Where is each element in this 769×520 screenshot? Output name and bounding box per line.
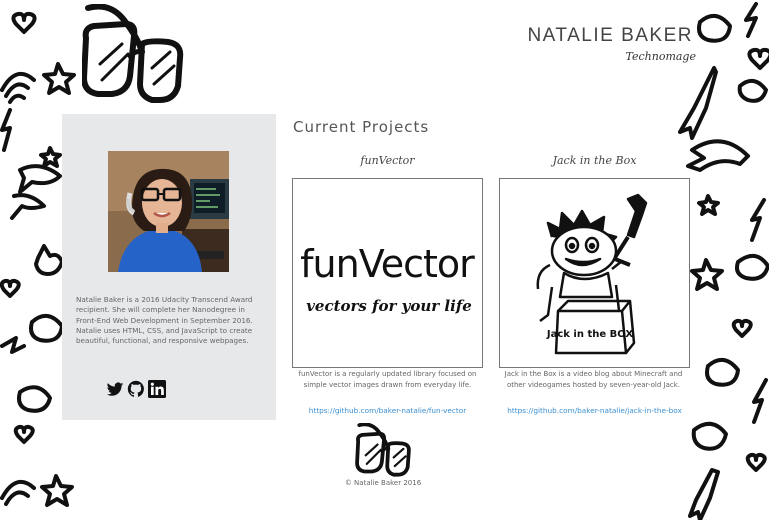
glasses-logo[interactable] — [82, 4, 186, 108]
jack-in-the-box-artwork: Jack in the BOX — [536, 193, 648, 355]
copyright-text: © Natalie Baker 2016 — [344, 479, 422, 487]
rocket-doodle — [688, 468, 720, 520]
rocket-doodle — [678, 66, 718, 140]
project-card-jack-in-the-box[interactable]: Jack in the BOX — [499, 178, 690, 368]
projects-heading: Current Projects — [293, 118, 430, 136]
star-doodle — [42, 62, 76, 95]
profile-sidebar: Natalie Baker is a 2016 Udacity Transcen… — [62, 114, 276, 420]
rainbow-doodle — [0, 71, 36, 104]
star-doodle — [690, 258, 724, 291]
site-name: NATALIE BAKER — [527, 24, 693, 46]
funvector-artwork: funVector vectors for your life — [300, 242, 476, 315]
heart-doodle — [0, 278, 21, 298]
footer-glasses-logo[interactable] — [355, 423, 413, 479]
snail-doodle — [17, 385, 52, 413]
project-description-jack-in-the-box: Jack in the Box is a video blog about Mi… — [504, 370, 683, 389]
snail-doodle — [691, 422, 728, 451]
project-link-funvector[interactable]: https://github.com/baker-natalie/fun-vec… — [292, 406, 483, 415]
heart-doodle — [13, 424, 35, 444]
bird-doodle — [10, 193, 46, 220]
linkedin-icon[interactable] — [148, 380, 166, 398]
lightning-doodle — [0, 336, 26, 354]
bio-text: Natalie Baker is a 2016 Udacity Transcen… — [76, 295, 253, 346]
github-icon[interactable] — [127, 380, 145, 398]
site-tagline: Technomage — [625, 50, 697, 63]
snail-doodle — [29, 314, 64, 343]
project-description-funvector: funVector is a regularly updated library… — [298, 370, 477, 389]
funvector-art-subtitle: vectors for your life — [306, 297, 472, 315]
lightning-doodle — [752, 378, 768, 424]
lightning-doodle — [0, 108, 12, 152]
project-title-funvector: funVector — [360, 154, 415, 167]
project-card-funvector[interactable]: funVector vectors for your life — [292, 178, 483, 368]
project-link-jack-in-the-box[interactable]: https://github.com/baker-natalie/jack-in… — [499, 406, 690, 415]
twitter-icon[interactable] — [106, 380, 124, 398]
heart-doodle — [747, 47, 769, 70]
cat-doodle — [34, 244, 64, 276]
profile-photo — [108, 151, 229, 272]
lightning-doodle — [750, 198, 766, 242]
heart-doodle — [731, 318, 753, 338]
fish-doodle — [18, 164, 62, 194]
jack-in-the-box-art-label: Jack in the BOX — [546, 329, 633, 340]
snail-doodle — [705, 358, 740, 387]
lightning-doodle — [744, 2, 758, 38]
snail-doodle — [735, 254, 769, 281]
heart-doodle — [11, 11, 37, 34]
snail-doodle — [697, 14, 732, 43]
funvector-art-title: funVector — [300, 242, 475, 286]
project-title-jack-in-the-box: Jack in the Box — [552, 154, 637, 167]
heart-doodle — [745, 452, 767, 472]
star-doodle — [697, 194, 720, 216]
star-doodle — [40, 474, 74, 507]
rainbow-doodle — [0, 479, 36, 506]
social-links — [106, 380, 166, 398]
snail-doodle — [737, 78, 768, 103]
dragon-doodle — [686, 139, 750, 172]
star-doodle — [39, 146, 62, 168]
